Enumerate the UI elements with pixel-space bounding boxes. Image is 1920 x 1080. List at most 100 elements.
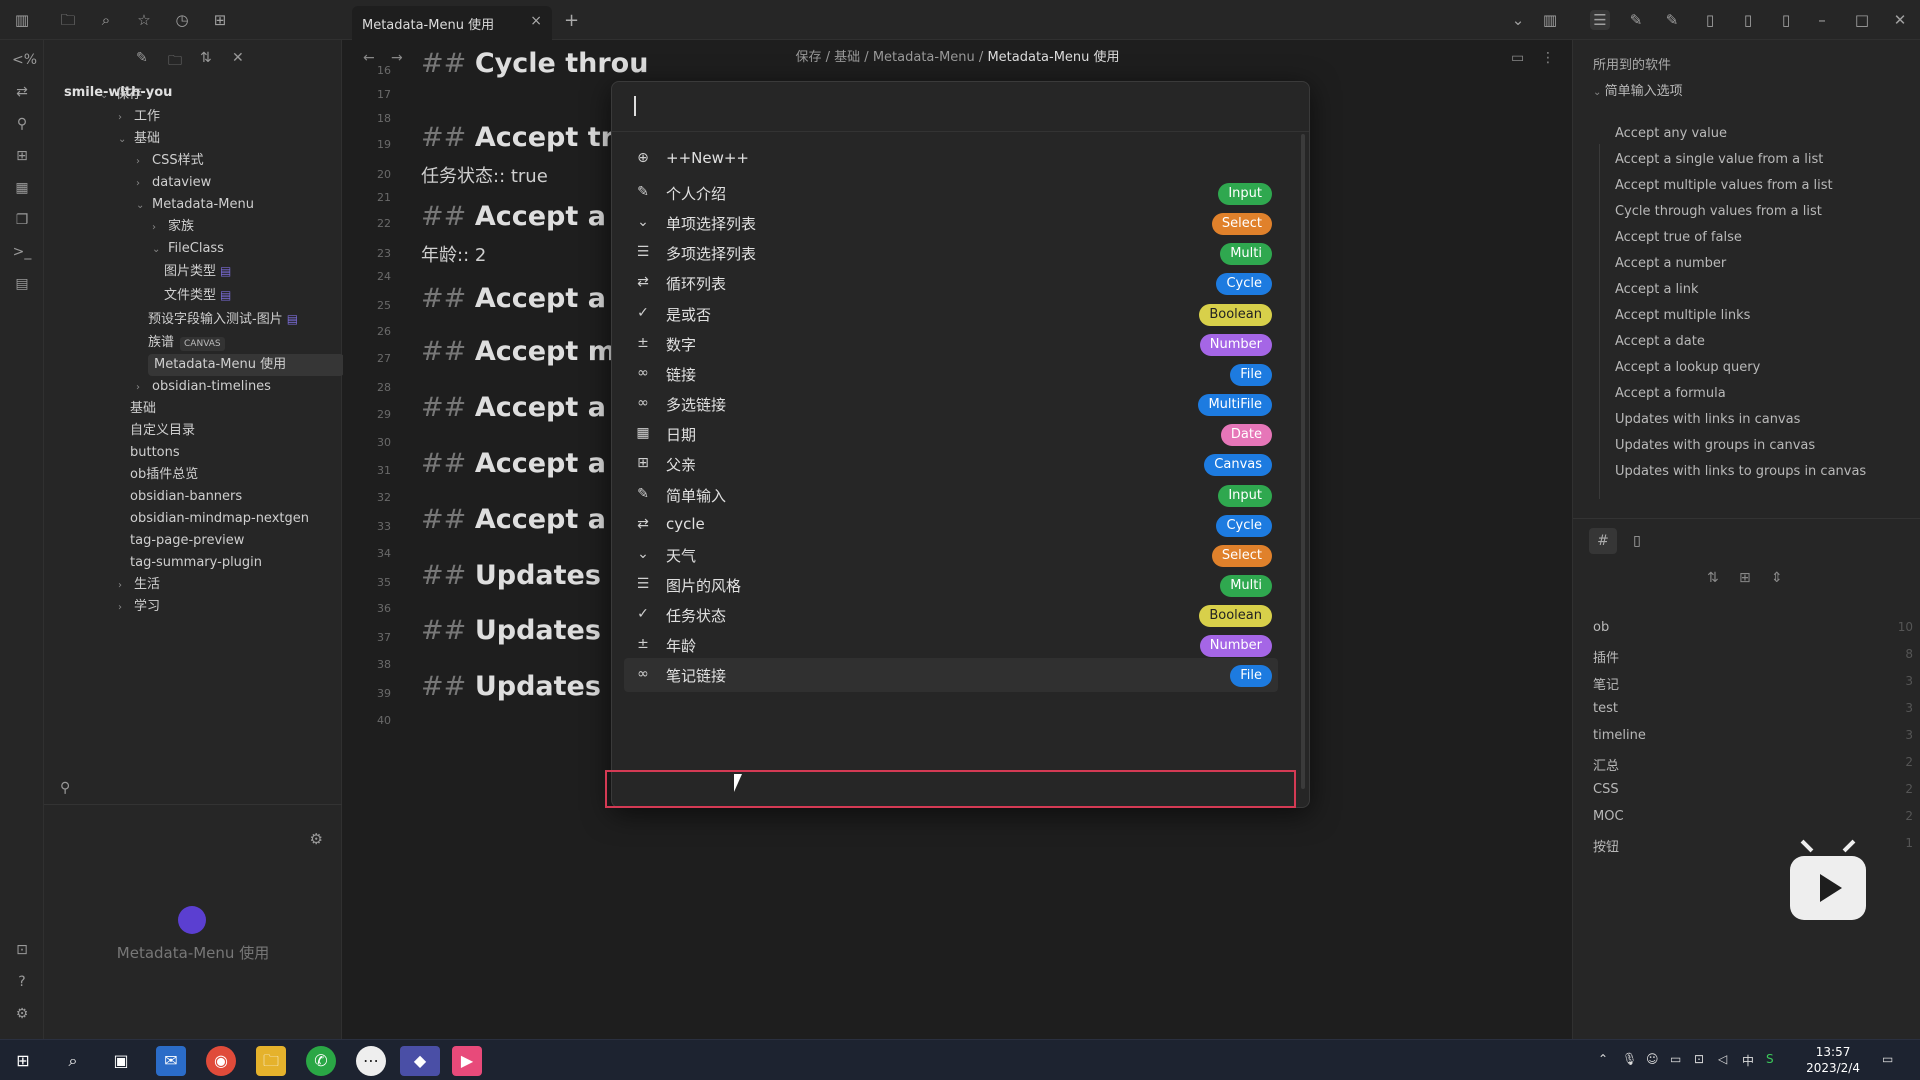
tree-file[interactable]: tag-summary-plugin: [130, 552, 262, 574]
field-item[interactable]: ± 数字 Number: [624, 327, 1278, 361]
tree-file[interactable]: obsidian-banners: [130, 486, 242, 508]
tab-close-icon[interactable]: ×: [530, 13, 542, 29]
graph-icon[interactable]: ⚲: [12, 114, 32, 134]
sidebar-toggle-icon[interactable]: ▥: [12, 10, 32, 30]
outline-item[interactable]: Updates with groups in canvas: [1615, 438, 1815, 453]
field-item[interactable]: ☰ 多项选择列表 Multi: [624, 236, 1278, 270]
file-icon[interactable]: ▯: [1700, 10, 1720, 30]
outline-item[interactable]: Accept a single value from a list: [1615, 152, 1823, 167]
tree-file[interactable]: Metadata-Menu 使用: [148, 354, 344, 376]
outline-item[interactable]: Accept a date: [1615, 334, 1705, 349]
chevron-down-icon[interactable]: ⌄: [1508, 10, 1528, 30]
breadcrumb-item[interactable]: Metadata-Menu: [873, 50, 975, 65]
bilibili-play-icon[interactable]: [1790, 856, 1866, 920]
tag-item[interactable]: 笔记 3: [1593, 674, 1913, 693]
outline-item[interactable]: Accept a formula: [1615, 386, 1726, 401]
field-item[interactable]: ✎ 个人介绍 Input: [624, 176, 1278, 210]
search-icon[interactable]: ⌕: [96, 10, 116, 30]
notification-icon[interactable]: ▭: [1882, 1052, 1893, 1066]
tree-view-icon[interactable]: ⊞: [1739, 570, 1751, 586]
outline-group[interactable]: ⌄ 简单输入选项: [1593, 80, 1683, 99]
obsidian-app-icon[interactable]: ◆: [400, 1046, 440, 1076]
outline-item[interactable]: Accept a link: [1615, 282, 1699, 297]
tree-folder[interactable]: › CSS样式: [136, 150, 204, 172]
tree-folder[interactable]: › 工作: [118, 106, 160, 128]
graph-node[interactable]: [178, 906, 206, 934]
microphone-icon[interactable]: 🎙: [1622, 1052, 1637, 1066]
clock[interactable]: 13:57 2023/2/4: [1806, 1044, 1860, 1076]
outline-item[interactable]: Updates with links to groups in canvas: [1615, 464, 1866, 479]
tree-file[interactable]: ob插件总览: [130, 464, 198, 486]
app-icon[interactable]: ⋯: [356, 1046, 386, 1076]
collapse-icon[interactable]: ✕: [232, 50, 244, 66]
tree-folder[interactable]: ⌄ Metadata-Menu: [136, 194, 254, 216]
expand-icon[interactable]: ⇕: [1771, 570, 1783, 586]
maximize-icon[interactable]: □: [1852, 10, 1872, 30]
outline-item[interactable]: Accept true of false: [1615, 230, 1742, 245]
plugin-icon[interactable]: ✎: [1626, 10, 1646, 30]
tree-file[interactable]: tag-page-preview: [130, 530, 244, 552]
tag-item[interactable]: test 3: [1593, 701, 1913, 716]
plugin-icon-2[interactable]: ✎: [1662, 10, 1682, 30]
tag-item[interactable]: CSS 2: [1593, 782, 1913, 797]
minimize-icon[interactable]: –: [1812, 10, 1832, 30]
file-switch-icon[interactable]: ⇄: [12, 82, 32, 102]
field-item[interactable]: ∞ 链接 File: [624, 357, 1278, 391]
explorer-app-icon[interactable]: 🗀: [256, 1046, 286, 1076]
layout-icon[interactable]: ▤: [12, 274, 32, 294]
calendar-icon[interactable]: ▦: [12, 178, 32, 198]
field-item[interactable]: ✓ 是或否 Boolean: [624, 297, 1278, 331]
task-view-icon[interactable]: ▣: [106, 1046, 136, 1076]
field-item[interactable]: ☰ 图片的风格 Multi: [624, 568, 1278, 602]
outline-item[interactable]: Cycle through values from a list: [1615, 204, 1822, 219]
field-search-input[interactable]: [612, 82, 1309, 132]
inline-field[interactable]: 任务状态:: true: [421, 162, 548, 188]
tree-file[interactable]: 自定义目录: [130, 420, 195, 442]
folder-icon[interactable]: 🗀: [58, 10, 78, 30]
graph-settings-icon[interactable]: ⚙: [310, 830, 323, 848]
field-item[interactable]: ± 年龄 Number: [624, 628, 1278, 662]
outline-item[interactable]: Updates with links in canvas: [1615, 412, 1800, 427]
outline-heading[interactable]: 所用到的软件: [1593, 54, 1671, 73]
volume-icon[interactable]: ◁: [1718, 1052, 1727, 1066]
inline-field[interactable]: 年龄:: 2: [421, 241, 486, 267]
mail-app-icon[interactable]: ✉: [156, 1046, 186, 1076]
search-icon[interactable]: ⌕: [58, 1046, 88, 1076]
templater-icon[interactable]: <%: [12, 50, 37, 70]
bilibili-app-icon[interactable]: ▶: [452, 1046, 482, 1076]
tree-folder[interactable]: ⌄ 基础: [118, 128, 160, 150]
windows-start-icon[interactable]: ⊞: [8, 1046, 38, 1076]
close-window-icon[interactable]: ✕: [1890, 10, 1910, 30]
breadcrumb-item[interactable]: 基础: [834, 50, 860, 65]
outline-item[interactable]: Accept any value: [1615, 126, 1727, 141]
tree-file[interactable]: buttons: [130, 442, 180, 464]
outline-item[interactable]: Accept a lookup query: [1615, 360, 1760, 375]
field-item[interactable]: ⌄ 天气 Select: [624, 538, 1278, 572]
field-item[interactable]: ▦ 日期 Date: [624, 417, 1278, 451]
help-icon[interactable]: ?: [12, 972, 32, 992]
wechat-app-icon[interactable]: ✆: [306, 1046, 336, 1076]
new-field-item[interactable]: ⊕ ++New++: [624, 142, 1278, 176]
outline-item[interactable]: Accept multiple links: [1615, 308, 1750, 323]
field-item[interactable]: ∞ 笔记链接 File: [624, 658, 1278, 693]
heading-2[interactable]: ## Cycle throu: [421, 48, 648, 79]
field-item[interactable]: ⊞ 父亲 Canvas: [624, 447, 1278, 481]
breadcrumb-item[interactable]: 保存: [795, 50, 821, 65]
network-icon[interactable]: ⊡: [1694, 1052, 1704, 1066]
battery-icon[interactable]: ▭: [1670, 1052, 1681, 1066]
sort-icon[interactable]: ⇅: [200, 50, 212, 66]
tag-item[interactable]: timeline 3: [1593, 728, 1913, 743]
field-item[interactable]: ∞ 多选链接 MultiFile: [624, 387, 1278, 421]
file-tab-icon[interactable]: ▯: [1623, 528, 1651, 554]
chrome-app-icon[interactable]: ◉: [206, 1046, 236, 1076]
split-view-icon[interactable]: ▥: [1540, 10, 1560, 30]
canvas-icon[interactable]: ⊞: [12, 146, 32, 166]
sort-icon[interactable]: ⇅: [1707, 570, 1719, 586]
tree-file[interactable]: 族谱 CANVAS: [148, 332, 225, 354]
tree-folder[interactable]: › 家族: [152, 216, 194, 238]
tree-file[interactable]: obsidian-mindmap-nextgen: [130, 508, 309, 530]
tree-folder[interactable]: › dataview: [136, 172, 211, 194]
file-icon-3[interactable]: ▯: [1776, 10, 1796, 30]
field-item[interactable]: ✓ 任务状态 Boolean: [624, 598, 1278, 632]
file-icon-2[interactable]: ▯: [1738, 10, 1758, 30]
